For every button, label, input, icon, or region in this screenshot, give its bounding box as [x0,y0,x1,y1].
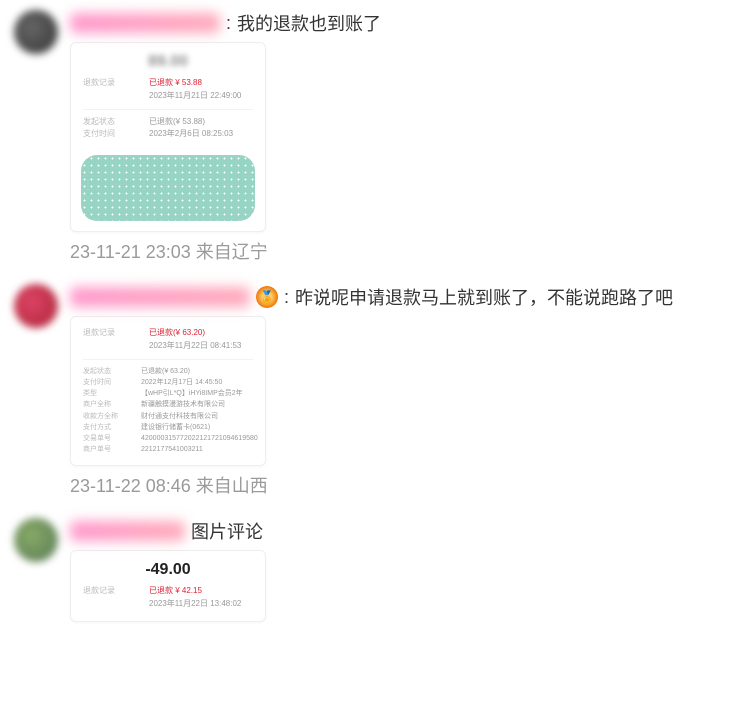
attached-screenshot[interactable]: 退款记录 已退款(¥ 63.20) 2023年11月22日 08:41:53 发… [70,316,266,466]
paytime-label: 支付时间 [83,128,139,141]
record-label: 退款记录 [83,77,139,103]
colon: : [226,13,231,34]
refund-status: 已退款 ¥ 53.88 [149,78,202,87]
comment-item: 🏅 : 昨说呢申请退款马上就到账了，不能说跑路了吧 退款记录 已退款(¥ 63.… [0,274,730,508]
comment-item: 图片评论 -49.00 退款记录 已退款 ¥ 42.15 2023年11月22日… [0,508,730,638]
comment-item: : 我的退款也到账了 89.00 退款记录 已退款 ¥ 53.88 2023年1… [0,0,730,274]
paytime-value: 2023年2月6日 08:25:03 [149,128,233,141]
comment-text: 我的退款也到账了 [237,10,381,36]
vip-badge-icon: 🏅 [256,286,278,308]
username[interactable] [70,287,250,307]
colon: : [284,287,289,308]
avatar[interactable] [14,284,58,328]
status-label: 发起状态 [83,116,139,129]
decorative-pattern [81,155,255,221]
comment-meta: 23-11-22 08:46 来自山西 [70,472,720,498]
record-label: 退款记录 [83,585,139,611]
avatar[interactable] [14,10,58,54]
record-label: 退款记录 [83,327,139,353]
comment-meta: 23-11-21 23:03 来自辽宁 [70,238,720,264]
comment-text: 昨说呢申请退款马上就到账了，不能说跑路了吧 [295,284,673,310]
amount: -49.00 [83,561,253,585]
refund-status: 已退款(¥ 63.20) [149,328,205,337]
username[interactable] [70,13,220,33]
refund-time: 2023年11月22日 08:41:53 [149,341,241,350]
avatar[interactable] [14,518,58,562]
amount: 89.00 [83,53,253,77]
username[interactable] [70,521,185,541]
refund-time: 2023年11月22日 13:48:02 [149,599,241,608]
refund-time: 2023年11月21日 22:49:00 [149,91,241,100]
status-value: 已退款(¥ 53.88) [149,116,205,129]
attached-screenshot[interactable]: -49.00 退款记录 已退款 ¥ 42.15 2023年11月22日 13:4… [70,550,266,622]
attached-screenshot[interactable]: 89.00 退款记录 已退款 ¥ 53.88 2023年11月21日 22:49… [70,42,266,232]
detail-rows: 发起状态已退款(¥ 63.20) 支付时间2022年12月17日 14:45:5… [83,366,253,456]
comment-text: 图片评论 [191,518,263,544]
refund-status: 已退款 ¥ 42.15 [149,586,202,595]
